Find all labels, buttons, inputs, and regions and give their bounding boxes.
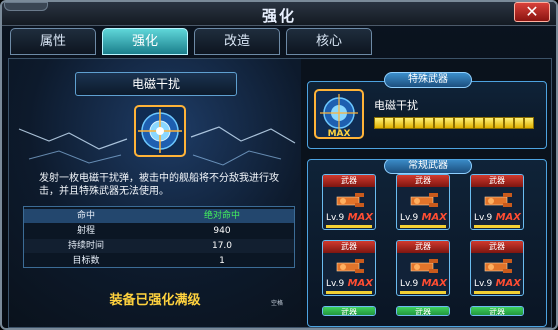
emp-weapon-icon: MAX (314, 89, 364, 139)
progress-segment (374, 117, 384, 129)
progress-segment (384, 117, 394, 129)
special-weapon-name: 电磁干扰 (374, 99, 418, 112)
special-weapon-header: 特殊武器 (384, 72, 472, 88)
weapon-description: 发射一枚电磁干扰弹，被击中的舰船将不分敌我进行攻击，并且特殊武器无法使用。 (39, 173, 279, 197)
stats-table: 命中 绝对命中 射程 940 持续时间 17.0 目标数 1 (23, 206, 295, 268)
level-bar (326, 225, 372, 228)
content-panel: 电磁干扰 发射一枚电磁干扰弹，被击中的舰船将不分敌我进行攻击，并且特殊武器无法使… (8, 58, 552, 328)
max-badge: MAX (328, 129, 351, 139)
weapon-detail-panel: 电磁干扰 发射一枚电磁干扰弹，被击中的舰船将不分敌我进行攻击，并且特殊武器无法使… (9, 59, 301, 327)
stat-key: 持续时间 (67, 241, 104, 251)
progress-segment (484, 117, 494, 129)
max-badge: MAX (495, 278, 521, 289)
level-bar (400, 225, 446, 228)
progress-segment (444, 117, 454, 129)
weapon-card[interactable]: 武器 Lv.9 MAX (470, 174, 524, 230)
tab-upgrade[interactable]: 强化 (102, 28, 188, 55)
weapon-upgrade-window: 强化 ✕ 属性 强化 改造 核心 电磁干扰 发射一枚电磁干扰弹，被击中的舰船将不… (0, 0, 558, 330)
weapon-name: 电磁干扰 (75, 72, 237, 96)
max-badge: MAX (347, 212, 373, 223)
stat-value: 940 (213, 226, 231, 236)
special-weapon-slot[interactable]: MAX (314, 89, 364, 139)
progress-segment (524, 117, 534, 129)
weapon-card-type: 武器 (323, 175, 375, 187)
progress-segment (514, 117, 524, 129)
weapon-card-type: 武器 (323, 241, 375, 253)
window-title: 强化 (261, 7, 296, 25)
cannon-icon (409, 255, 439, 277)
weapon-card[interactable]: 武器 (322, 306, 376, 316)
stat-value: 绝对命中 (203, 211, 240, 221)
cannon-icon (409, 189, 439, 211)
weapon-card-type: 武器 (471, 307, 523, 315)
max-badge: MAX (347, 278, 373, 289)
weapon-card-level: Lv.9 (326, 213, 345, 223)
weapon-card-type: 武器 (397, 307, 449, 315)
level-bar (474, 225, 520, 228)
emp-weapon-icon (134, 105, 186, 157)
weapon-card-level: Lv.9 (474, 213, 493, 223)
title-bar: 强化 ✕ (2, 2, 556, 26)
regular-weapons-header: 常规武器 (384, 160, 472, 174)
progress-segment (494, 117, 504, 129)
weapon-card-type: 武器 (397, 241, 449, 253)
level-bar (400, 291, 446, 294)
max-level-status: 装备已强化满级 (109, 293, 201, 308)
weapon-card[interactable]: 武器 (396, 306, 450, 316)
stat-row: 命中 绝对命中 (24, 209, 294, 223)
tab-attributes[interactable]: 属性 (10, 28, 96, 55)
close-icon: ✕ (525, 2, 539, 21)
weapon-card[interactable]: 武器 Lv.9 MAX (396, 240, 450, 296)
progress-segment (394, 117, 404, 129)
cannon-icon (483, 189, 513, 211)
weapon-card-type: 武器 (471, 241, 523, 253)
progress-segment (464, 117, 474, 129)
stat-key: 射程 (76, 226, 95, 236)
tab-bar: 属性 强化 改造 核心 (10, 28, 550, 56)
weapon-card[interactable]: 武器 (470, 306, 524, 316)
tab-modify[interactable]: 改造 (194, 28, 280, 55)
level-bar (474, 291, 520, 294)
progress-segment (504, 117, 514, 129)
max-badge: MAX (421, 278, 447, 289)
weapon-card[interactable]: 武器 Lv.9 MAX (322, 174, 376, 230)
stat-value: 1 (219, 256, 225, 266)
weapon-card-type: 武器 (471, 175, 523, 187)
cannon-icon (335, 255, 365, 277)
weapon-card-level: Lv.9 (474, 279, 493, 289)
close-button[interactable]: ✕ (514, 2, 550, 22)
progress-segment (474, 117, 484, 129)
stat-value: 17.0 (211, 241, 233, 251)
cannon-icon (335, 189, 365, 211)
tiny-label: 空格 (271, 300, 284, 307)
upgrade-progress-bar (374, 117, 534, 129)
weapon-card-level: Lv.9 (400, 213, 419, 223)
progress-segment (454, 117, 464, 129)
weapon-card-type: 武器 (323, 307, 375, 315)
weapon-card-level: Lv.9 (400, 279, 419, 289)
stat-row: 持续时间 17.0 (24, 239, 294, 253)
special-weapon-panel: 特殊武器 MAX 电磁干扰 (307, 72, 547, 149)
progress-segment (404, 117, 414, 129)
weapon-card-type: 武器 (397, 175, 449, 187)
tab-core[interactable]: 核心 (286, 28, 372, 55)
level-bar (326, 291, 372, 294)
stat-key: 命中 (76, 211, 95, 221)
regular-weapons-panel: 常规武器 武器 Lv.9 MAX 武器 Lv.9 MAX 武器 Lv.9 MAX 武器 Lv.9 MA… (307, 159, 547, 327)
progress-segment (424, 117, 434, 129)
weapon-card-level: Lv.9 (326, 279, 345, 289)
progress-segment (414, 117, 424, 129)
weapon-card[interactable]: 武器 Lv.9 MAX (396, 174, 450, 230)
weapon-card[interactable]: 武器 Lv.9 MAX (470, 240, 524, 296)
stat-key: 目标数 (72, 256, 100, 266)
weapon-card[interactable]: 武器 Lv.9 MAX (322, 240, 376, 296)
max-badge: MAX (495, 212, 521, 223)
stat-row: 目标数 1 (24, 254, 294, 267)
max-badge: MAX (421, 212, 447, 223)
stat-row: 射程 940 (24, 224, 294, 238)
progress-segment (434, 117, 444, 129)
cannon-icon (483, 255, 513, 277)
